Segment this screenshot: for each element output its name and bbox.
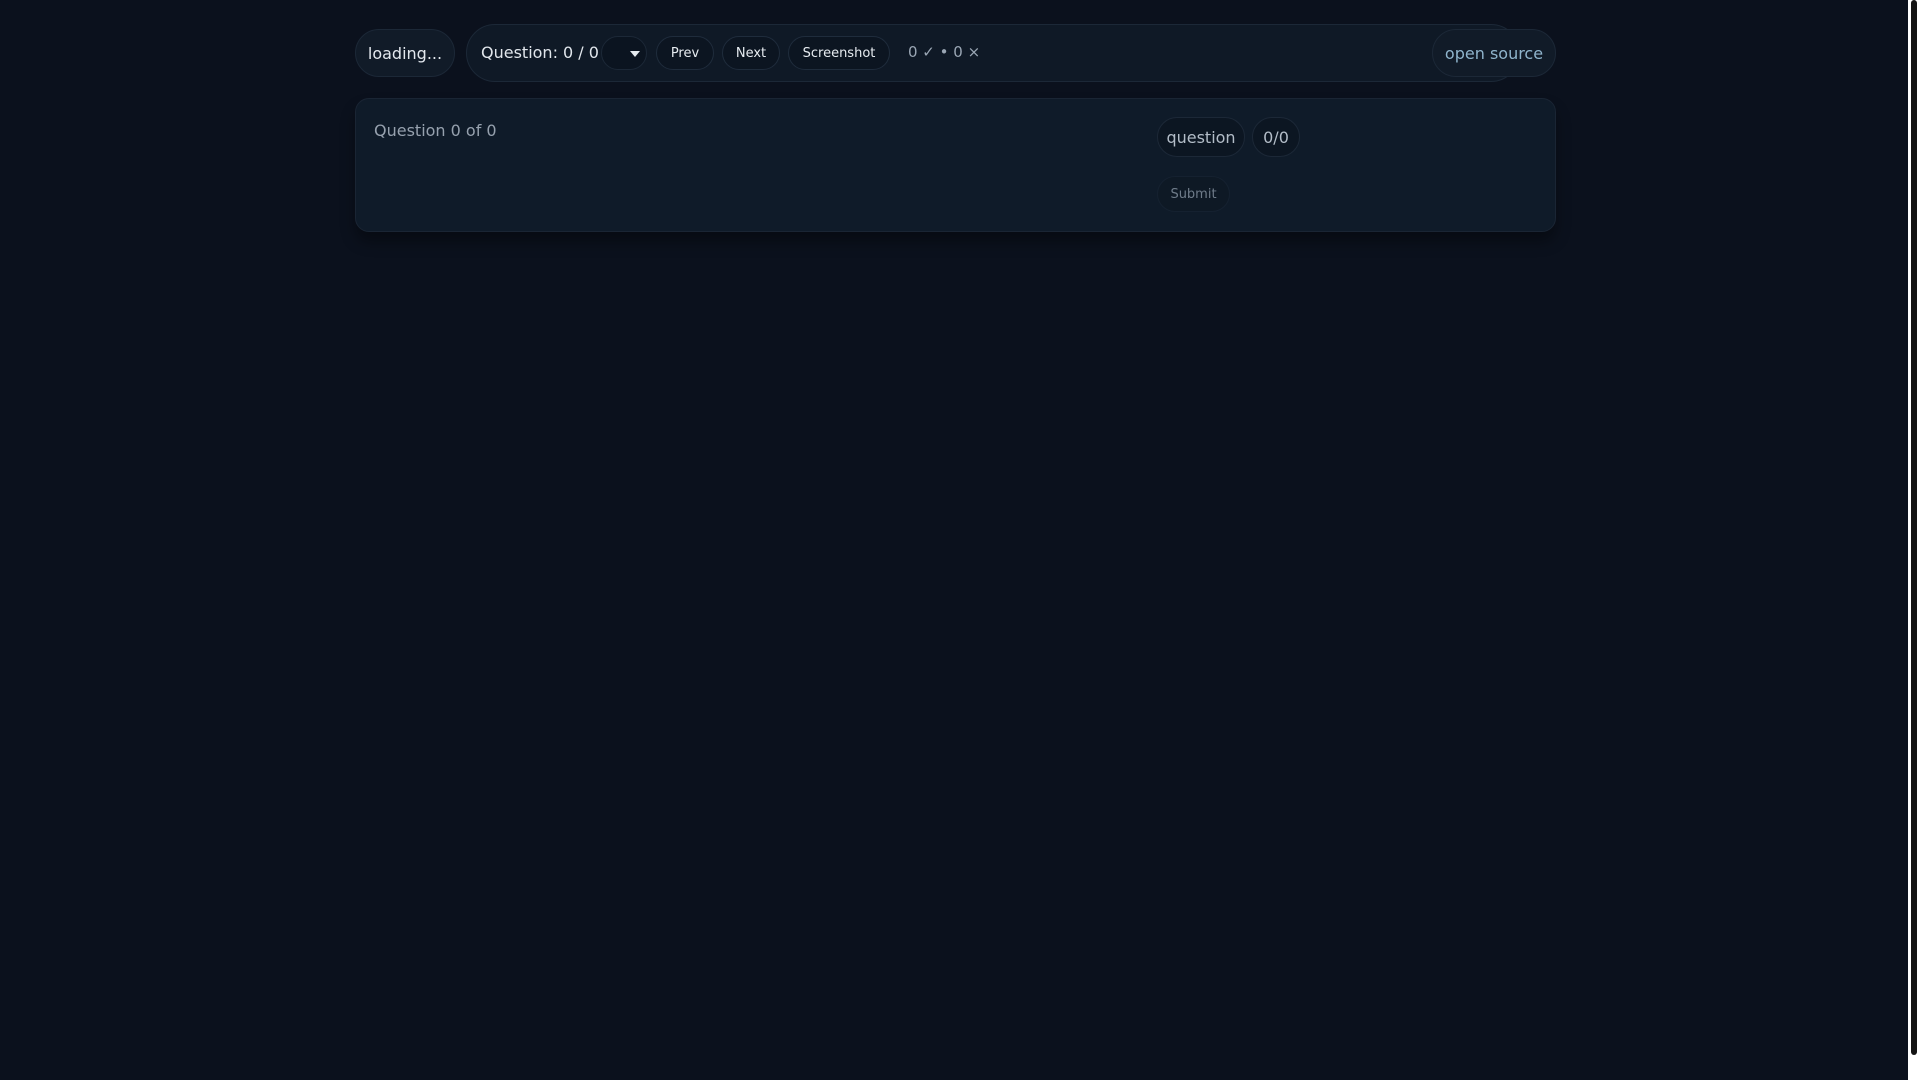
loading-status: loading...: [355, 29, 455, 77]
question-card: Question 0 of 0 question 0/0 Submit: [355, 98, 1556, 232]
page: loading... Question: 0 / 0 Prev Next Scr…: [0, 0, 1920, 1080]
question-count: Question 0 of 0: [374, 121, 497, 140]
next-button[interactable]: Next: [722, 36, 780, 70]
question-position-label: Question: 0 / 0: [481, 43, 599, 62]
submit-button[interactable]: Submit: [1157, 176, 1230, 212]
open-source-label: open source: [1444, 43, 1544, 63]
score-summary: 0 ✓ • 0 ×: [908, 43, 981, 61]
prev-button[interactable]: Prev: [656, 36, 714, 70]
page-scrollbar[interactable]: [1908, 0, 1920, 1080]
question-toolbar: Question: 0 / 0 Prev Next Screenshot 0 ✓…: [466, 24, 1520, 82]
question-select[interactable]: [601, 36, 647, 70]
question-type-tag: question: [1157, 117, 1245, 157]
chevron-down-icon: [630, 51, 640, 57]
loading-label: loading...: [367, 43, 443, 63]
scrollbar-thumb[interactable]: [1911, 0, 1917, 1055]
open-source-link[interactable]: open source: [1432, 29, 1556, 77]
progress-tag: 0/0: [1252, 117, 1300, 157]
screenshot-button[interactable]: Screenshot: [788, 36, 890, 70]
